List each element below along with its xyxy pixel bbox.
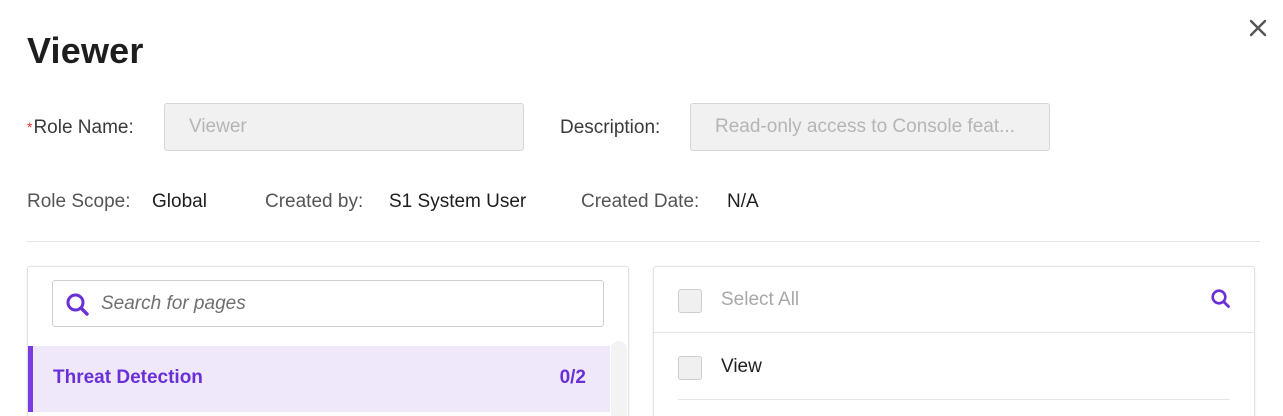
pages-search-input[interactable]	[101, 281, 591, 326]
role-scope-value: Global	[152, 191, 207, 212]
select-all-checkbox[interactable]	[678, 289, 702, 313]
dialog-title: Viewer	[27, 30, 144, 71]
description-input[interactable]: Read-only access to Console feat...	[690, 103, 1050, 151]
view-checkbox[interactable]	[678, 356, 702, 380]
role-scope: Role Scope:	[27, 191, 131, 213]
pages-panel: Threat Detection 0/2	[27, 266, 629, 416]
role-name-input[interactable]: Viewer	[164, 103, 524, 151]
role-name-label-text: Role Name:	[33, 117, 134, 138]
search-icon[interactable]	[1210, 288, 1232, 315]
role-scope-label: Role Scope:	[27, 191, 131, 212]
page-item-label: Threat Detection	[53, 367, 203, 388]
required-mark: *	[27, 119, 33, 135]
created-by-value-wrap: S1 System User	[389, 191, 526, 213]
created-by: Created by:	[265, 191, 363, 213]
page-item-count: 0/2	[559, 367, 586, 388]
row-divider	[678, 399, 1230, 400]
created-date: Created Date:	[581, 191, 699, 213]
role-scope-value-wrap: Global	[152, 191, 207, 213]
role-name-label: *Role Name:	[27, 117, 134, 139]
permission-label[interactable]: View	[721, 356, 762, 378]
permissions-panel: Select All View	[653, 266, 1255, 416]
created-date-value: N/A	[727, 191, 759, 212]
created-date-label: Created Date:	[581, 191, 700, 212]
search-icon	[65, 292, 91, 323]
created-date-value-wrap: N/A	[727, 191, 759, 213]
select-all-row: Select All	[654, 267, 1254, 333]
close-button[interactable]	[1247, 15, 1269, 41]
section-divider	[27, 241, 1260, 242]
page-item-threat-detection[interactable]: Threat Detection 0/2	[28, 346, 610, 412]
permission-row-view: View	[654, 334, 1254, 400]
created-by-value: S1 System User	[389, 191, 527, 212]
created-by-label: Created by:	[265, 191, 364, 212]
pages-scrollbar[interactable]	[611, 341, 627, 416]
select-all-label[interactable]: Select All	[721, 289, 799, 311]
close-icon	[1249, 19, 1267, 37]
pages-search[interactable]	[52, 280, 604, 327]
description-label: Description:	[560, 117, 661, 138]
